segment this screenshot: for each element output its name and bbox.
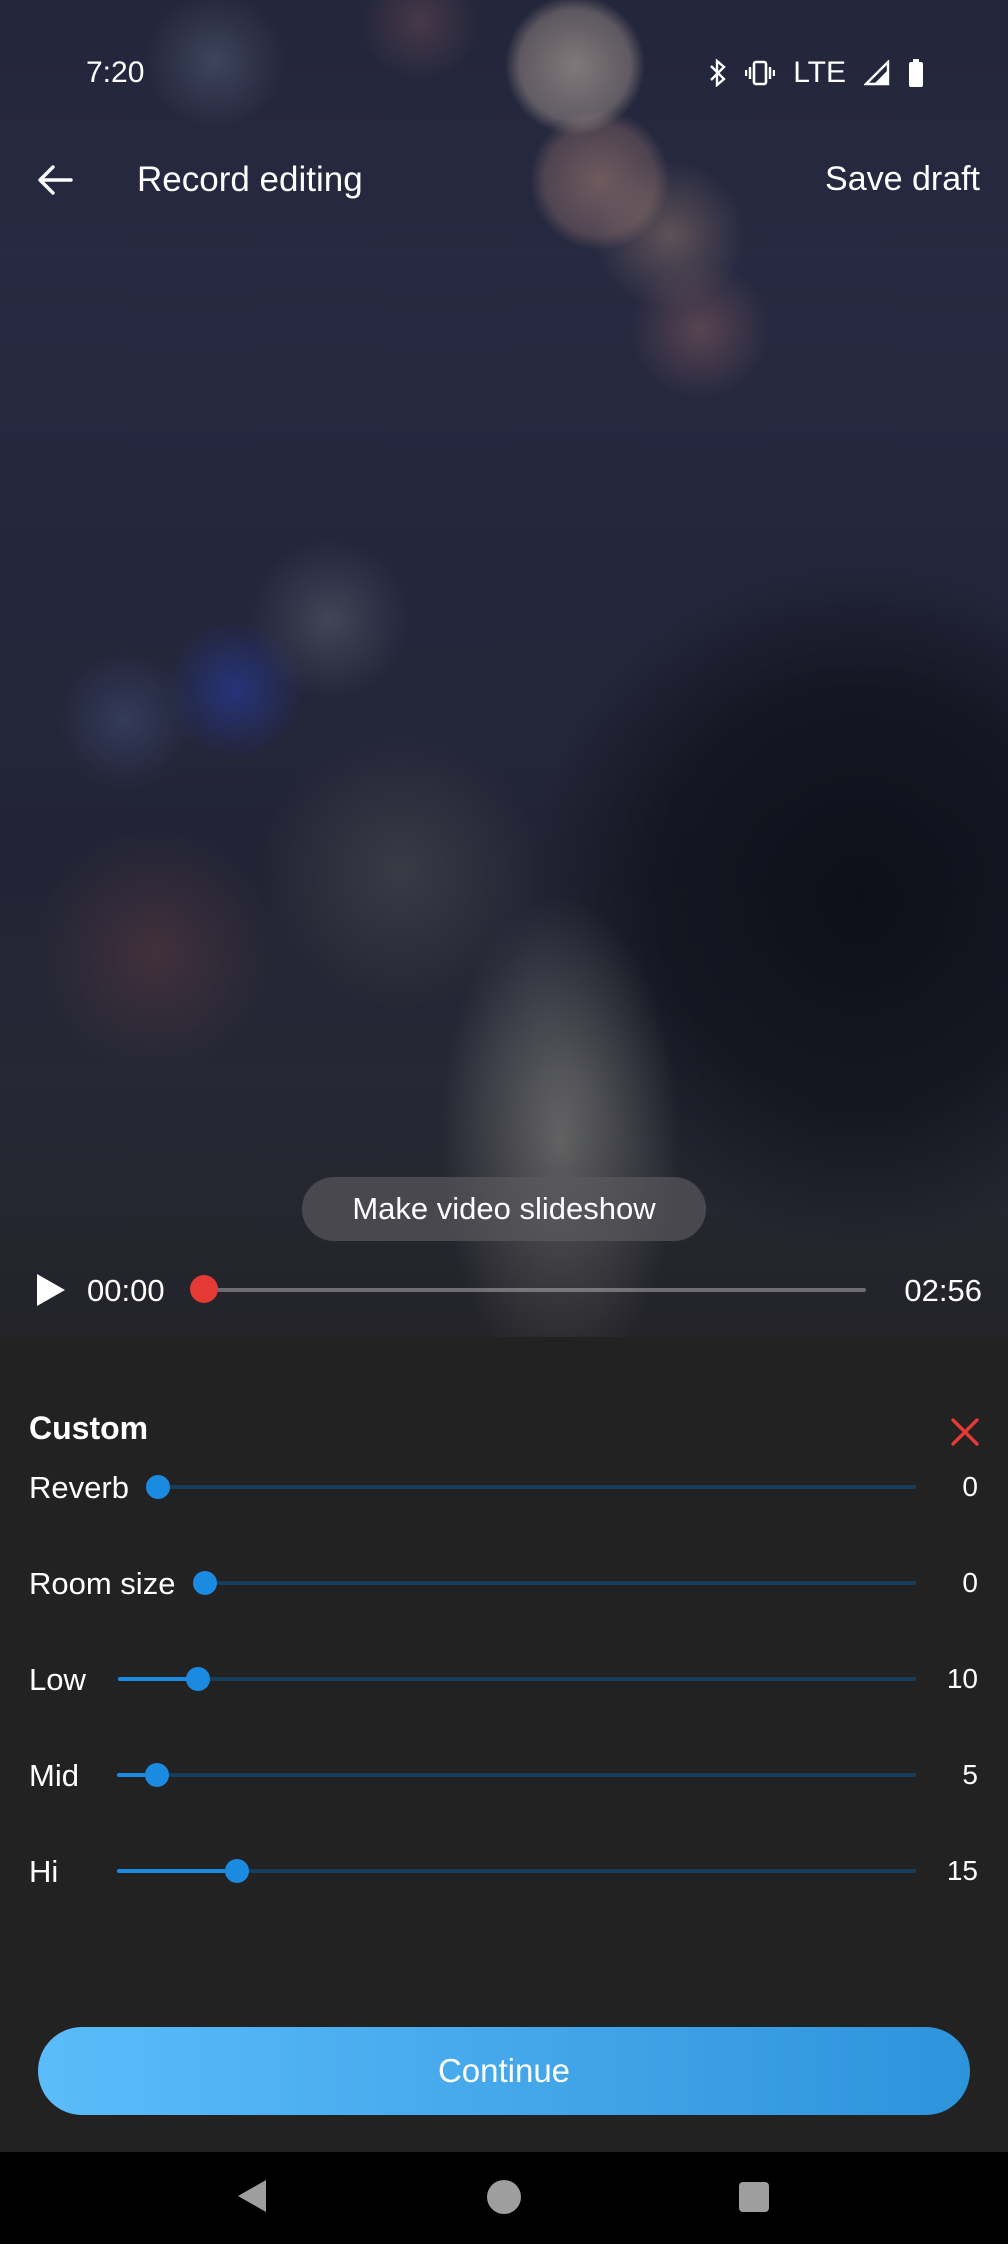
back-button[interactable] [30,158,80,202]
slider-track[interactable] [117,1859,916,1883]
battery-icon [909,59,923,87]
system-nav-bar [0,2152,1008,2244]
signal-icon [864,60,890,86]
nav-recents-icon[interactable] [739,2182,769,2212]
current-time: 00:00 [87,1273,165,1308]
slider-row-room-size: Room size 0 [0,1553,1008,1613]
slider-track[interactable] [193,1571,916,1595]
slider-row-low: Low 10 [0,1649,1008,1709]
slider-track[interactable] [117,1763,916,1787]
status-bar: 7:20 LTE [0,0,1008,150]
save-draft-button[interactable]: Save draft [825,160,980,199]
slider-track[interactable] [118,1667,916,1691]
slider-label: Low [29,1662,86,1697]
play-icon[interactable] [34,1272,68,1308]
seek-bar[interactable] [205,1288,866,1292]
continue-button[interactable]: Continue [38,2027,970,2115]
status-icons: LTE [709,56,924,90]
slider-track[interactable] [146,1475,916,1499]
slider-thumb[interactable] [144,1763,169,1787]
slider-value: 15 [946,1855,978,1886]
slider-thumb[interactable] [224,1859,249,1883]
slider-thumb[interactable] [146,1475,170,1499]
slider-label: Mid [29,1758,79,1793]
bluetooth-icon [710,59,726,87]
slider-value: 5 [962,1759,978,1790]
page-title: Record editing [137,160,363,199]
slider-value: 10 [946,1663,978,1694]
close-icon[interactable] [948,1415,982,1449]
vibrate-icon [745,60,776,86]
total-time: 02:56 [904,1273,982,1308]
app-bar: Record editing Save draft [0,150,1008,210]
nav-home-icon[interactable] [487,2180,521,2214]
network-type: LTE [793,56,846,89]
slider-label: Reverb [29,1470,129,1505]
slider-value: 0 [962,1567,978,1598]
slider-row-reverb: Reverb 0 [0,1457,1008,1517]
nav-back-icon[interactable] [236,2178,268,2214]
slider-row-mid: Mid 5 [0,1745,1008,1805]
make-video-slideshow-button[interactable]: Make video slideshow [302,1177,706,1241]
custom-effects-panel: Custom Reverb 0 Room size 0 Low 10 Mid 5 [0,1337,1008,2152]
status-time: 7:20 [86,56,145,89]
slider-row-hi: Hi 15 [0,1841,1008,1901]
arrow-back-icon [38,165,73,195]
slider-thumb[interactable] [185,1667,210,1691]
slider-value: 0 [962,1471,978,1502]
seek-thumb[interactable] [190,1275,218,1303]
panel-title: Custom [29,1410,149,1446]
slideshow-label: Make video slideshow [352,1191,656,1226]
playback-controls: 00:00 02:56 [0,1260,1008,1320]
continue-label: Continue [437,2052,571,2089]
slider-thumb[interactable] [193,1571,217,1595]
slider-label: Room size [29,1566,176,1601]
slider-fill [117,1869,237,1873]
slider-label: Hi [29,1854,59,1889]
